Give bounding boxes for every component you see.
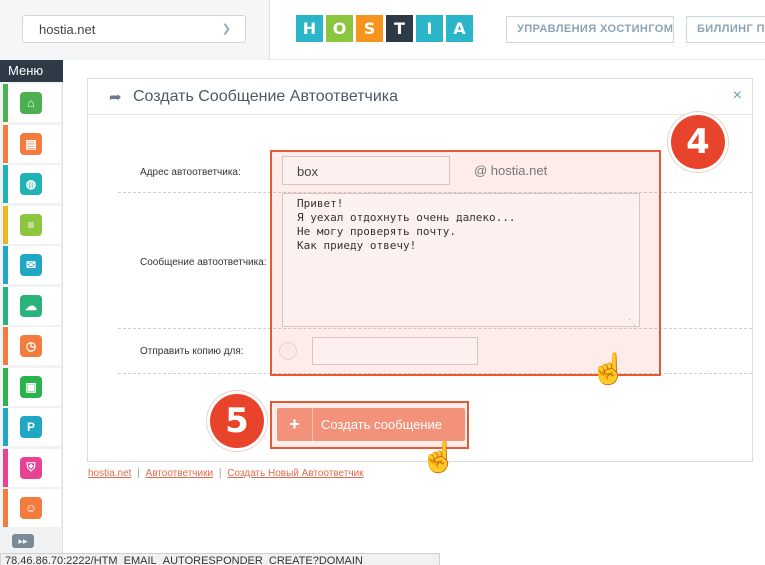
- clock-icon: ◷: [20, 335, 42, 357]
- sidebar-item[interactable]: ◍: [3, 165, 61, 203]
- status-bar-url: 78.46.86.70:2222/HTM_EMAIL_AUTORESPONDER…: [0, 553, 440, 565]
- logo-letter: I: [416, 15, 443, 42]
- user-settings-icon: ☺: [20, 497, 42, 519]
- home-icon: ⌂: [20, 92, 42, 114]
- breadcrumb-current[interactable]: Создать Новый Автоответчик: [227, 468, 363, 479]
- logo-letter: A: [446, 15, 473, 42]
- nav-hosting-management[interactable]: УПРАВЛЕНИЯ ХОСТИНГОМ: [506, 16, 674, 43]
- sidebar: Меню ⌂ ▤ ◍ ≡ ✉ ☁ ◷ ▣ P ⛨ ☺ ▸▸: [0, 60, 63, 565]
- sidebar-item[interactable]: P: [3, 408, 61, 446]
- hand-cursor-icon: ☝: [420, 441, 458, 474]
- sidebar-item[interactable]: ⛨: [3, 448, 61, 487]
- message-textarea[interactable]: Привет! Я уехал отдохнуть очень далеко..…: [282, 193, 640, 327]
- ftp-icon: ☁: [20, 294, 42, 317]
- hand-cursor-icon: ☝: [590, 353, 628, 386]
- sidebar-item[interactable]: ✉: [3, 246, 61, 284]
- chevron-down-icon: ❯: [221, 23, 231, 35]
- domain-select-value: hostia.net: [39, 22, 96, 37]
- copy-checkbox[interactable]: [279, 342, 297, 360]
- top-bar: hostia.net ❯ HOSTIA УПРАВЛЕНИЯ ХОСТИНГОМ…: [0, 0, 765, 60]
- copy-label: Отправить копию для:: [140, 346, 244, 357]
- menu-title: Меню: [0, 60, 63, 82]
- domain-select[interactable]: hostia.net ❯: [22, 15, 246, 43]
- sidebar-item[interactable]: ▣: [3, 367, 61, 406]
- sidebar-item[interactable]: ☁: [3, 286, 61, 325]
- sidebar-item[interactable]: ◷: [3, 327, 61, 365]
- logo-letter: T: [386, 15, 413, 42]
- folder-icon: ▤: [20, 132, 42, 155]
- panel-title: Создать Сообщение Автоответчика: [133, 88, 399, 105]
- logo-letter: O: [326, 15, 353, 42]
- sidebar-expand-icon[interactable]: ▸▸: [12, 534, 34, 548]
- php-icon: P: [20, 416, 42, 438]
- address-label: Адрес автоответчика:: [140, 167, 241, 178]
- close-icon[interactable]: ×: [733, 87, 742, 105]
- sidebar-item[interactable]: ≡: [3, 205, 61, 244]
- step-badge-5: 5: [210, 394, 264, 448]
- step-badge-4: 4: [671, 115, 725, 169]
- sidebar-item[interactable]: ▤: [3, 124, 61, 163]
- logo-letter: H: [296, 15, 323, 42]
- copy-email-input[interactable]: [312, 337, 478, 365]
- breadcrumb: hostia.net | Автоответчики | Создать Нов…: [88, 468, 364, 479]
- hostia-logo[interactable]: HOSTIA: [296, 15, 473, 42]
- message-label: Сообщение автоответчика:: [140, 257, 267, 268]
- nav-billing[interactable]: БИЛЛИНГ П: [686, 16, 765, 43]
- www-icon: ◍: [20, 173, 42, 195]
- resize-handle-icon[interactable]: ⋱: [628, 318, 636, 327]
- mail-icon: ✉: [20, 254, 42, 276]
- sidebar-item[interactable]: ⌂: [3, 84, 61, 122]
- breadcrumb-autoresponders[interactable]: Автоответчики: [146, 468, 213, 479]
- address-input[interactable]: box: [282, 156, 450, 185]
- breadcrumb-home[interactable]: hostia.net: [88, 468, 131, 479]
- sidebar-item[interactable]: ☺: [3, 489, 61, 527]
- create-message-label: Создать сообщение: [321, 417, 443, 432]
- tv-icon: ▣: [20, 375, 42, 398]
- panel-header: ➦ Создать Сообщение Автоответчика ×: [88, 79, 752, 115]
- plus-icon: +: [277, 408, 313, 441]
- logo-letter: S: [356, 15, 383, 42]
- create-message-button[interactable]: + Создать сообщение: [277, 408, 465, 441]
- shield-icon: ⛨: [20, 456, 42, 479]
- share-arrow-icon: ➦: [109, 89, 122, 106]
- address-domain: @ hostia.net: [474, 163, 548, 178]
- database-icon: ≡: [20, 213, 42, 236]
